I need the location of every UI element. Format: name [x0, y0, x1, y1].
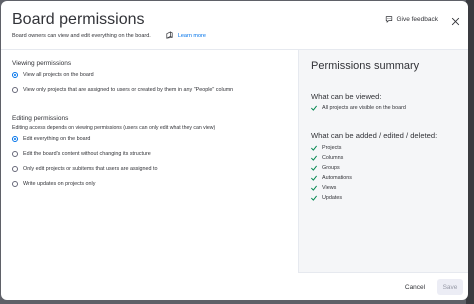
radio-button[interactable]: [12, 181, 18, 187]
check-icon: [311, 165, 317, 171]
option-label: Edit the board's content without changin…: [23, 151, 151, 157]
edited-item: Groups: [311, 165, 340, 171]
check-icon: [311, 105, 317, 111]
edited-heading: What can be added / edited / deleted:: [311, 131, 438, 140]
check-icon: [311, 145, 317, 151]
edited-item: Automations: [311, 175, 352, 181]
summary-item-label: All projects are visible on the board: [322, 105, 406, 111]
feedback-icon: [385, 15, 393, 23]
editing-permissions-description: Editing access depends on viewing permis…: [12, 125, 216, 131]
editing-option-edit-everything[interactable]: Edit everything on the board: [12, 136, 90, 142]
radio-button[interactable]: [12, 166, 18, 172]
check-icon: [311, 195, 317, 201]
subtitle-text: Board owners can view and edit everythin…: [12, 32, 151, 39]
give-feedback-label: Give feedback: [396, 15, 438, 23]
viewing-option-assigned-projects[interactable]: View only projects that are assigned to …: [12, 87, 233, 93]
viewed-heading: What can be viewed:: [311, 92, 382, 101]
editing-option-updates-only[interactable]: Write updates on projects only: [12, 181, 95, 187]
permissions-options-pane: Viewing permissions View all projects on…: [1, 50, 297, 300]
option-label: Write updates on projects only: [23, 181, 96, 187]
option-label: Edit everything on the board: [23, 136, 91, 142]
cancel-button[interactable]: Cancel: [399, 279, 431, 295]
book-icon[interactable]: [165, 31, 174, 40]
editing-option-assigned-only[interactable]: Only edit projects or subitems that user…: [12, 166, 158, 172]
summary-item-label: Projects: [322, 145, 342, 151]
summary-item-label: Updates: [322, 195, 343, 201]
radio-button[interactable]: [12, 136, 18, 142]
check-icon: [311, 185, 317, 191]
edited-item: Columns: [311, 155, 343, 161]
edited-item: Updates: [311, 195, 342, 201]
edited-item: Views: [311, 185, 336, 191]
check-icon: [311, 175, 317, 181]
summary-title: Permissions summary: [311, 60, 420, 72]
viewing-permissions-title: Viewing permissions: [12, 60, 72, 67]
editing-permissions-title: Editing permissions: [12, 115, 69, 122]
board-permissions-dialog: Board permissions Board owners can view …: [1, 1, 468, 300]
viewed-item: All projects are visible on the board: [311, 105, 406, 111]
check-icon: [311, 155, 317, 161]
footer-divider: [298, 272, 468, 273]
radio-button[interactable]: [12, 151, 18, 157]
dialog-title: Board permissions: [12, 11, 145, 28]
permissions-summary-pane: Permissions summary What can be viewed: …: [298, 50, 468, 272]
option-label: Only edit projects or subitems that user…: [23, 166, 158, 172]
close-icon[interactable]: [451, 13, 460, 26]
give-feedback-button[interactable]: Give feedback: [385, 15, 438, 23]
learn-more-link[interactable]: Learn more: [178, 32, 206, 40]
option-label: View all projects on the board: [23, 72, 94, 78]
summary-item-label: Columns: [322, 155, 344, 161]
radio-button[interactable]: [12, 72, 18, 78]
summary-item-label: Views: [322, 185, 337, 191]
radio-button[interactable]: [12, 87, 18, 93]
summary-item-label: Automations: [322, 175, 352, 181]
option-label: View only projects that are assigned to …: [23, 87, 234, 93]
editing-option-content-only[interactable]: Edit the board's content without changin…: [12, 151, 151, 157]
edited-item: Projects: [311, 145, 341, 151]
viewing-option-all-projects[interactable]: View all projects on the board: [12, 72, 94, 78]
dialog-subtitle: Board owners can view and edit everythin…: [12, 31, 206, 40]
summary-item-label: Groups: [322, 165, 340, 171]
save-button[interactable]: Save: [437, 279, 463, 295]
